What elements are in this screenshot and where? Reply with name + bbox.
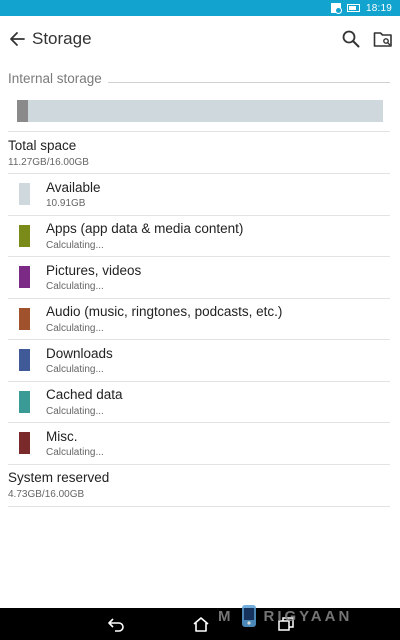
- total-space-value: 11.27GB/16.00GB: [8, 157, 89, 168]
- color-swatch: [19, 308, 30, 330]
- category-value: 10.91GB: [46, 198, 86, 209]
- battery-icon: [346, 4, 360, 12]
- category-label: Misc.: [46, 429, 78, 444]
- category-label: Downloads: [46, 346, 113, 361]
- watermark-text-right: RIGYAAN: [263, 607, 353, 625]
- category-value: Calculating...: [46, 323, 104, 334]
- category-value: Calculating...: [46, 447, 104, 458]
- watermark-logo-icon: [241, 605, 256, 627]
- app-bar: Storage: [0, 16, 400, 62]
- back-arrow-icon: [10, 32, 25, 46]
- storage-usage-bar: [17, 100, 383, 122]
- section-rule: [108, 82, 390, 83]
- search-button[interactable]: [339, 27, 363, 51]
- back-button[interactable]: [4, 26, 30, 52]
- divider: [8, 131, 390, 132]
- color-swatch: [19, 349, 30, 371]
- color-swatch: [19, 391, 30, 413]
- home-nav-icon: [193, 617, 209, 632]
- category-value: Calculating...: [46, 406, 104, 417]
- status-bar: 18:19: [0, 0, 400, 16]
- back-nav-icon: [108, 618, 124, 632]
- divider: [8, 381, 390, 382]
- status-time: 18:19: [365, 2, 392, 14]
- divider: [8, 339, 390, 340]
- category-label: Available: [46, 180, 101, 195]
- watermark-text-left: M: [218, 607, 234, 625]
- category-label: Audio (music, ringtones, podcasts, etc.): [46, 304, 283, 319]
- divider: [8, 422, 390, 423]
- divider: [8, 506, 390, 507]
- category-value: Calculating...: [46, 364, 104, 375]
- divider: [8, 464, 390, 465]
- color-swatch: [19, 225, 30, 247]
- search-icon: [342, 30, 360, 48]
- category-label: Pictures, videos: [46, 263, 142, 278]
- category-label: Apps (app data & media content): [46, 221, 244, 236]
- notification-icon: [330, 3, 342, 14]
- watermark: M RIGYAAN: [218, 601, 352, 631]
- category-value: Calculating...: [46, 240, 104, 251]
- divider: [8, 173, 390, 174]
- explore-button[interactable]: [371, 27, 395, 51]
- divider: [8, 256, 390, 257]
- system-reserved-value: 4.73GB/16.00GB: [8, 489, 85, 500]
- color-swatch: [19, 183, 30, 205]
- usage-bar-used-segment: [17, 100, 28, 122]
- page-title: Storage: [32, 29, 92, 48]
- divider: [8, 298, 390, 299]
- explore-folder-icon: [373, 32, 392, 47]
- color-swatch: [19, 266, 30, 288]
- nav-home-button[interactable]: [191, 614, 211, 634]
- category-value: Calculating...: [46, 281, 104, 292]
- nav-back-button[interactable]: [106, 614, 126, 634]
- divider: [8, 215, 390, 216]
- color-swatch: [19, 432, 30, 454]
- total-space-title: Total space: [8, 138, 77, 153]
- system-reserved-title: System reserved: [8, 470, 110, 485]
- category-label: Cached data: [46, 387, 123, 402]
- section-header: Internal storage: [8, 71, 102, 86]
